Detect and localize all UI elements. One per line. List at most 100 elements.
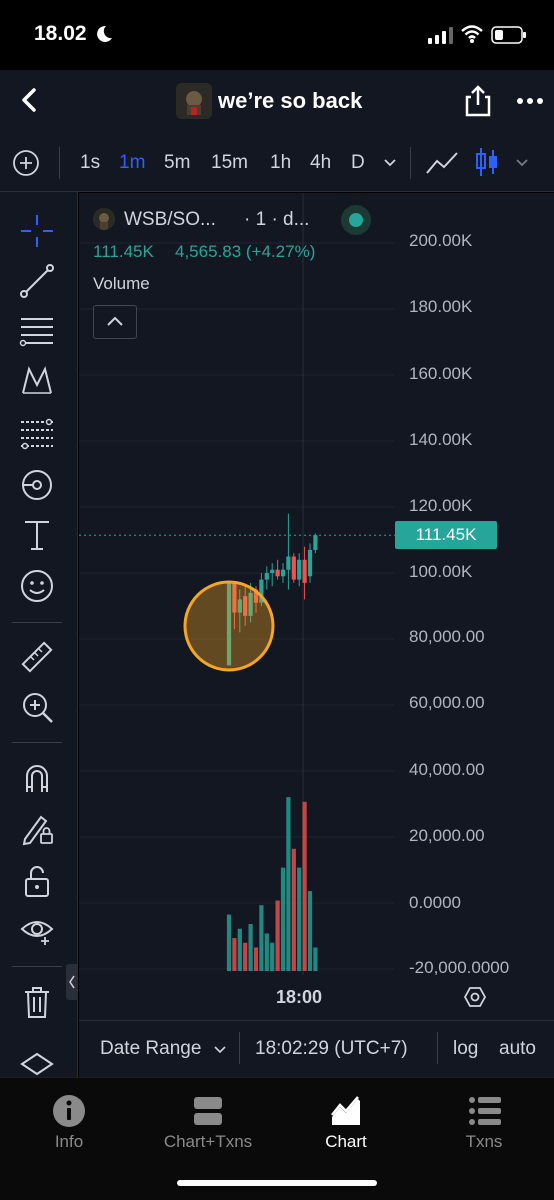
legend-price: 111.45K — [93, 242, 154, 261]
price-axis-label: 200.00K — [409, 231, 473, 250]
timeframe-1h[interactable]: 1h — [270, 152, 291, 174]
brush-icon[interactable] — [18, 466, 56, 504]
chevron-down-icon[interactable] — [212, 1041, 228, 1057]
layers-icon[interactable] — [20, 1052, 54, 1076]
nav-txns[interactable]: Txns — [424, 1087, 544, 1157]
legend-change: 4,565.83 (+4.27%) — [175, 242, 316, 261]
zoom-in-icon[interactable] — [18, 688, 56, 726]
legend-interval: · 1 · d... — [244, 209, 310, 230]
trend-line-icon[interactable] — [18, 262, 56, 300]
price-chart[interactable] — [79, 193, 554, 975]
volume-bar — [259, 905, 264, 971]
candlestick-icon[interactable] — [474, 146, 500, 178]
list-icon — [468, 1095, 502, 1127]
ruler-icon[interactable] — [18, 638, 56, 676]
emoji-icon[interactable] — [18, 567, 56, 605]
toolbar-divider — [12, 742, 62, 743]
volume-bar — [237, 928, 242, 971]
nav-chart[interactable]: Chart — [286, 1087, 406, 1157]
candle-body — [280, 569, 286, 577]
volume-bar — [313, 947, 318, 971]
pattern-icon[interactable] — [18, 362, 56, 400]
timeframe-4h[interactable]: 4h — [310, 152, 331, 174]
token-avatar — [176, 83, 212, 119]
crosshair-icon[interactable] — [18, 212, 56, 250]
toolbar-divider — [12, 966, 62, 967]
price-axis-label: 80,000.00 — [409, 627, 485, 646]
collapse-legend-button[interactable] — [93, 305, 137, 339]
area-chart-icon — [330, 1095, 362, 1127]
auto-scale-toggle[interactable]: auto — [499, 1038, 536, 1060]
volume-bar — [264, 933, 269, 971]
divider — [239, 1032, 240, 1064]
chart-settings-icon[interactable] — [463, 985, 487, 1009]
nav-chart-label: Chart — [325, 1132, 367, 1151]
divider — [437, 1032, 438, 1064]
log-scale-toggle[interactable]: log — [453, 1038, 478, 1060]
price-axis-label: 140.00K — [409, 430, 473, 449]
chevron-down-icon[interactable] — [514, 154, 530, 170]
toolbar-divider — [12, 622, 62, 623]
volume-bar — [286, 797, 291, 971]
candle-body — [313, 535, 318, 550]
price-axis-label: 20,000.00 — [409, 826, 485, 845]
volume-bar — [307, 891, 313, 971]
split-view-icon — [192, 1095, 224, 1127]
chevron-down-icon[interactable] — [382, 154, 398, 170]
add-indicator-icon[interactable] — [12, 149, 40, 177]
candle-body — [297, 559, 302, 580]
nav-info[interactable]: Info — [9, 1087, 129, 1157]
price-axis-label: 100.00K — [409, 562, 473, 581]
timeframe-D[interactable]: D — [351, 152, 365, 174]
share-icon[interactable] — [462, 84, 494, 118]
fib-retracement-icon[interactable] — [18, 415, 56, 453]
volume-bar — [302, 801, 307, 971]
token-avatar-small — [93, 208, 115, 230]
page-title: we’re so back — [218, 88, 363, 113]
highlight-circle — [183, 580, 275, 672]
price-axis-label: 180.00K — [409, 297, 473, 316]
magnet-icon[interactable] — [18, 759, 56, 797]
legend-symbol[interactable]: WSB/SO... — [124, 209, 216, 231]
timeframe-1m[interactable]: 1m — [119, 152, 145, 174]
candle-body — [286, 556, 291, 570]
candle-body — [307, 549, 313, 577]
volume-bar — [275, 900, 280, 971]
signal-icon — [428, 26, 454, 49]
text-icon[interactable] — [18, 516, 56, 554]
current-price-badge: 111.45K — [395, 521, 497, 549]
nav-chart-txns-label: Chart+Txns — [163, 1132, 253, 1151]
timeframe-15m[interactable]: 15m — [211, 152, 248, 174]
divider — [410, 147, 411, 179]
candle-body — [270, 569, 275, 573]
nav-chart-txns[interactable]: Chart+Txns — [148, 1087, 268, 1157]
timezone-clock[interactable]: 18:02:29 (UTC+7) — [255, 1038, 408, 1060]
volume-bar — [280, 867, 286, 971]
candle-body — [291, 556, 296, 580]
timeframe-5m[interactable]: 5m — [164, 152, 190, 174]
status-dot — [341, 205, 371, 235]
battery-icon — [491, 26, 527, 49]
volume-bar — [297, 867, 302, 971]
trash-icon[interactable] — [18, 983, 56, 1021]
timeframe-1s[interactable]: 1s — [80, 152, 100, 174]
unlock-icon[interactable] — [18, 862, 56, 900]
back-button[interactable] — [14, 84, 46, 116]
price-axis-label: 60,000.00 — [409, 693, 485, 712]
date-range-button[interactable]: Date Range — [100, 1038, 201, 1060]
eye-icon[interactable] — [18, 912, 56, 950]
more-icon[interactable] — [516, 94, 544, 106]
nav-info-label: Info — [54, 1132, 84, 1151]
time-axis-label: 18:00 — [276, 987, 323, 1007]
nav-txns-label: Txns — [465, 1132, 503, 1151]
home-indicator — [177, 1180, 377, 1186]
candle-body — [264, 573, 269, 580]
lock-drawing-icon[interactable] — [18, 810, 56, 848]
candle-body — [302, 559, 307, 583]
horizontal-lines-icon[interactable] — [18, 312, 56, 350]
collapse-toolbar-handle[interactable] — [66, 964, 78, 1000]
divider — [59, 147, 60, 179]
line-chart-icon[interactable] — [425, 149, 459, 177]
price-axis-label: 0.0000 — [409, 893, 461, 912]
moon-icon — [94, 24, 114, 49]
